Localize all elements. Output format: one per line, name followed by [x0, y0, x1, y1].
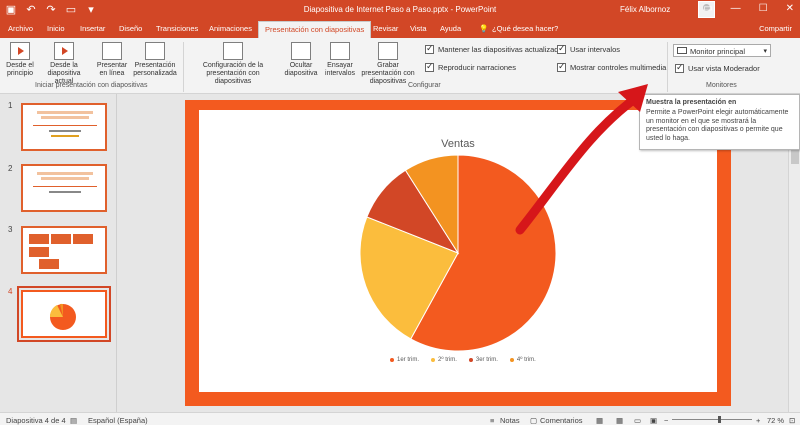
maximize-icon[interactable]: ☐	[759, 3, 768, 14]
legend-dot	[509, 358, 514, 362]
notes-icon[interactable]: ≡	[490, 416, 494, 425]
hide-slide-button[interactable]: Ocultar diapositiva	[281, 42, 321, 78]
tell-me-search[interactable]: ¿Qué desea hacer?	[492, 24, 558, 33]
slide-thumbnail-3[interactable]	[21, 226, 107, 274]
present-online-icon	[102, 42, 122, 60]
pie-chart[interactable]	[199, 110, 717, 392]
group-label-setup: Configurar	[408, 82, 441, 89]
checkbox-checked-icon	[557, 43, 566, 54]
show-media-controls-checkbox[interactable]: Mostrar controles multimedia	[557, 61, 666, 72]
legend-dot	[468, 358, 473, 362]
ribbon-tabs: Archivo Inicio Insertar Diseño Transicio…	[0, 21, 800, 38]
group-label-start: Iniciar presentación con diapositivas	[35, 82, 148, 89]
keep-updated-checkbox[interactable]: Mantener las diapositivas actualizadas	[425, 43, 566, 54]
zoom-slider[interactable]	[672, 416, 752, 423]
legend-dot	[431, 358, 436, 362]
hide-slide-icon	[291, 42, 311, 60]
thumb-number: 3	[8, 225, 13, 234]
tooltip-body: Permite a PowerPoint elegir automáticame…	[646, 109, 789, 142]
zoom-slider-knob[interactable]	[718, 416, 721, 423]
thumb-number: 4	[8, 287, 13, 296]
user-name[interactable]: Félix Albornoz	[620, 5, 670, 14]
custom-show-button[interactable]: Presentación personalizada	[130, 42, 180, 78]
spellcheck-icon[interactable]: ▤	[70, 416, 77, 425]
separator	[183, 42, 184, 92]
legend-item: 2º trim.	[431, 357, 457, 363]
slide-sorter-icon[interactable]: ▦	[616, 416, 623, 425]
checkbox-checked-icon	[425, 61, 434, 72]
checkbox-checked-icon	[557, 61, 566, 72]
fit-slide-icon[interactable]: ⊡	[789, 416, 795, 425]
chevron-down-icon: ▾	[763, 48, 767, 55]
comments-icon[interactable]: ▢	[530, 416, 537, 425]
use-timings-checkbox[interactable]: Usar intervalos	[557, 43, 620, 54]
share-button[interactable]: Compartir	[759, 24, 792, 33]
slide-counter: Diapositiva 4 de 4	[6, 416, 66, 425]
tab-presentacion[interactable]: Presentación con diapositivas	[258, 21, 372, 38]
tab-ayuda[interactable]: Ayuda	[440, 24, 461, 33]
presenter-view-checkbox[interactable]: Usar vista Moderador	[675, 62, 760, 73]
rehearse-timer-icon	[330, 42, 350, 60]
checkbox-checked-icon	[675, 62, 684, 73]
legend-dot	[390, 358, 394, 362]
separator	[667, 42, 668, 92]
tooltip-title: Muestra la presentación en	[646, 99, 737, 106]
slide-thumbnail-4[interactable]	[17, 286, 111, 342]
setup-show-button[interactable]: Configuración de la presentación con dia…	[188, 42, 278, 86]
record-icon	[378, 42, 398, 60]
slide-thumbnail-1[interactable]	[21, 103, 107, 151]
thumbnail-pie	[49, 303, 76, 330]
ribbon: Desde el principio Desde la diapositiva …	[0, 38, 800, 94]
thumb-number: 2	[8, 164, 13, 173]
zoom-in-icon[interactable]: +	[756, 416, 760, 425]
from-current-button[interactable]: Desde la diapositiva actual	[38, 42, 90, 86]
close-icon[interactable]: ✕	[786, 3, 794, 14]
notes-button[interactable]: Notas	[500, 416, 520, 425]
tab-animaciones[interactable]: Animaciones	[209, 24, 252, 33]
slideshow-view-icon[interactable]: ▣	[650, 416, 657, 425]
play-narrations-checkbox[interactable]: Reproducir narraciones	[425, 61, 516, 72]
legend-item: 1er trim.	[390, 357, 419, 363]
monitor-tooltip: Muestra la presentación en Permite a Pow…	[639, 94, 800, 150]
tab-archivo[interactable]: Archivo	[8, 24, 33, 33]
monitor-icon	[677, 47, 687, 54]
record-button[interactable]: Grabar presentación con diapositivas	[357, 42, 419, 86]
tab-transiciones[interactable]: Transiciones	[156, 24, 198, 33]
language-indicator[interactable]: Español (España)	[88, 416, 148, 425]
chart-legend: 1er trim. 2º trim. 3er trim. 4º trim.	[390, 357, 536, 363]
status-bar: Diapositiva 4 de 4 ▤ Español (España) ≡ …	[0, 412, 800, 425]
tab-vista[interactable]: Vista	[410, 24, 427, 33]
lightbulb-icon: 💡	[479, 24, 489, 33]
custom-show-icon	[145, 42, 165, 60]
tab-insertar[interactable]: Insertar	[80, 24, 105, 33]
tab-revisar[interactable]: Revisar	[373, 24, 398, 33]
minimize-icon[interactable]: —	[731, 3, 741, 14]
tab-diseno[interactable]: Diseño	[119, 24, 142, 33]
legend-item: 4º trim.	[509, 357, 536, 363]
zoom-out-icon[interactable]: −	[664, 416, 668, 425]
slide-thumbnail-2[interactable]	[21, 164, 107, 212]
setup-show-icon	[223, 42, 243, 60]
title-bar: ▣ ↶ ↷ ▭ ▾ Diapositiva de Internet Paso a…	[0, 0, 800, 21]
from-start-button[interactable]: Desde el principio	[3, 42, 37, 78]
rehearse-button[interactable]: Ensayar intervalos	[324, 42, 356, 78]
comments-button[interactable]: Comentarios	[540, 416, 583, 425]
window-title: Diapositiva de Internet Paso a Paso.pptx…	[303, 5, 497, 14]
thumb-number: 1	[8, 101, 13, 110]
tab-inicio[interactable]: Inicio	[47, 24, 65, 33]
window-controls: ▭ — ☐ ✕	[703, 3, 794, 14]
slideshow-icon	[10, 42, 30, 60]
normal-view-icon[interactable]: ▦	[596, 416, 603, 425]
checkbox-checked-icon	[425, 43, 434, 54]
monitor-select[interactable]: Monitor principal ▾	[673, 44, 771, 57]
legend-item: 3er trim.	[468, 357, 498, 363]
zoom-level[interactable]: 72 %	[767, 416, 784, 425]
slideshow-current-icon	[54, 42, 74, 60]
slide-thumbnails-pane: 1 2 3 4	[0, 94, 117, 412]
group-label-monitors: Monitores	[706, 82, 737, 89]
present-online-button[interactable]: Presentar en línea	[95, 42, 129, 78]
ribbon-options-icon[interactable]: ▭	[703, 3, 712, 14]
reading-view-icon[interactable]: ▭	[634, 416, 641, 425]
